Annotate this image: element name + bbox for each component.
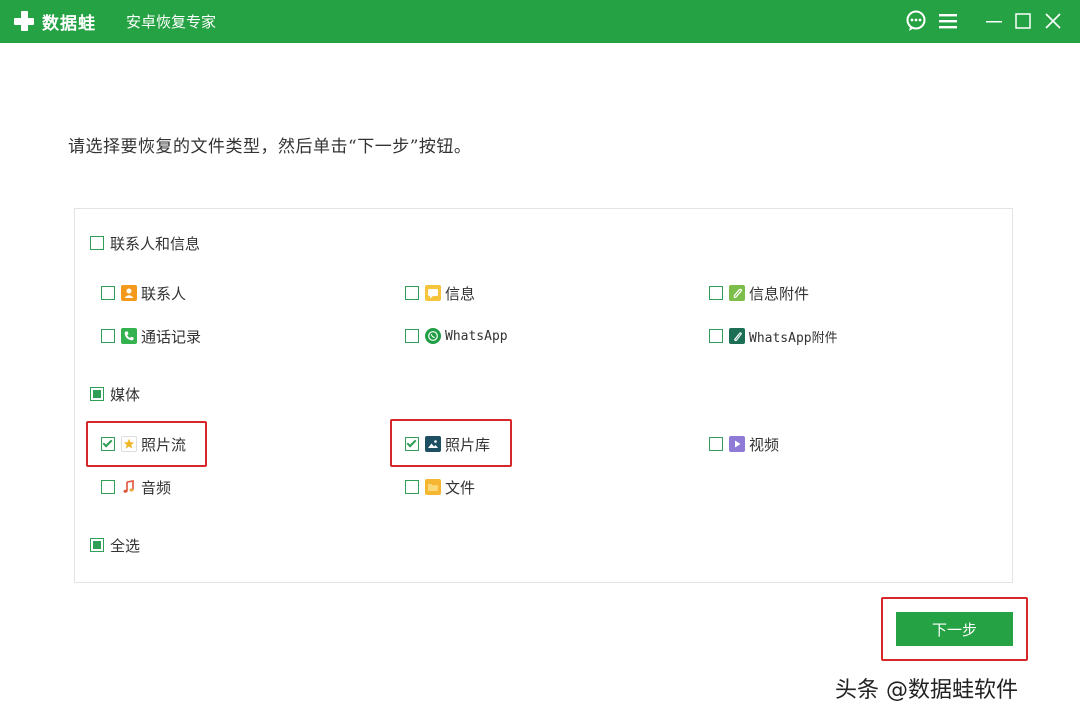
app-title: 安卓恢复专家 — [126, 11, 216, 32]
group-media[interactable]: 媒体 — [90, 384, 140, 404]
file-type-panel — [74, 208, 1013, 583]
message-attachments-checkbox[interactable] — [709, 286, 723, 300]
option-label: 信息 — [445, 283, 475, 304]
option-label: 联系人 — [141, 283, 186, 304]
option-label: 信息附件 — [749, 283, 809, 304]
watermark: 头条 @数据蛙软件 — [835, 672, 1018, 704]
contacts-checkbox[interactable] — [101, 286, 115, 300]
option-label: WhatsApp附件 — [749, 327, 838, 346]
option-audio[interactable]: 音频 — [101, 477, 171, 497]
maximize-icon[interactable] — [1012, 10, 1034, 32]
plus-icon — [12, 9, 36, 33]
next-button[interactable]: 下一步 — [896, 612, 1013, 646]
phone-icon — [121, 328, 137, 344]
whatsapp-icon — [425, 328, 441, 344]
audio-checkbox[interactable] — [101, 480, 115, 494]
close-icon[interactable] — [1042, 10, 1064, 32]
whatsapp-attachment-icon — [729, 328, 745, 344]
group-label: 媒体 — [110, 384, 140, 405]
option-label: 视频 — [749, 434, 779, 455]
chat-icon[interactable] — [905, 10, 927, 32]
highlight-photo-library — [390, 419, 512, 467]
files-checkbox[interactable] — [405, 480, 419, 494]
brand-name: 数据蛙 — [42, 9, 96, 34]
messages-checkbox[interactable] — [405, 286, 419, 300]
whatsapp-checkbox[interactable] — [405, 329, 419, 343]
option-label: 音频 — [141, 477, 171, 498]
option-messages[interactable]: 信息 — [405, 283, 475, 303]
option-label: WhatsApp — [445, 329, 508, 344]
call-log-checkbox[interactable] — [101, 329, 115, 343]
group-contacts-messages[interactable]: 联系人和信息 — [90, 233, 200, 253]
option-video[interactable]: 视频 — [709, 434, 779, 454]
option-contacts[interactable]: 联系人 — [101, 283, 186, 303]
instruction-text: 请选择要恢复的文件类型，然后单击“下一步”按钮。 — [68, 132, 471, 157]
video-icon — [729, 436, 745, 452]
menu-icon[interactable] — [937, 10, 959, 32]
app-logo: 数据蛙 — [12, 9, 96, 33]
folder-icon — [425, 479, 441, 495]
audio-icon — [121, 479, 137, 495]
option-message-attachments[interactable]: 信息附件 — [709, 283, 809, 303]
video-checkbox[interactable] — [709, 437, 723, 451]
option-files[interactable]: 文件 — [405, 477, 475, 497]
group-media-checkbox[interactable] — [90, 387, 104, 401]
message-icon — [425, 285, 441, 301]
group-contacts-messages-checkbox[interactable] — [90, 236, 104, 250]
option-label: 文件 — [445, 477, 475, 498]
select-all-checkbox[interactable] — [90, 538, 104, 552]
option-whatsapp-attachments[interactable]: WhatsApp附件 — [709, 326, 838, 346]
whatsapp-attachments-checkbox[interactable] — [709, 329, 723, 343]
option-label: 通话记录 — [141, 326, 201, 347]
attachment-icon — [729, 285, 745, 301]
select-all-label: 全选 — [110, 535, 140, 556]
minimize-icon[interactable] — [983, 10, 1005, 32]
group-label: 联系人和信息 — [110, 233, 200, 254]
select-all[interactable]: 全选 — [90, 535, 140, 555]
highlight-photo-stream — [86, 421, 207, 467]
option-whatsapp[interactable]: WhatsApp — [405, 326, 508, 346]
contact-icon — [121, 285, 137, 301]
option-call-log[interactable]: 通话记录 — [101, 326, 201, 346]
title-bar: 数据蛙 安卓恢复专家 — [0, 0, 1080, 43]
